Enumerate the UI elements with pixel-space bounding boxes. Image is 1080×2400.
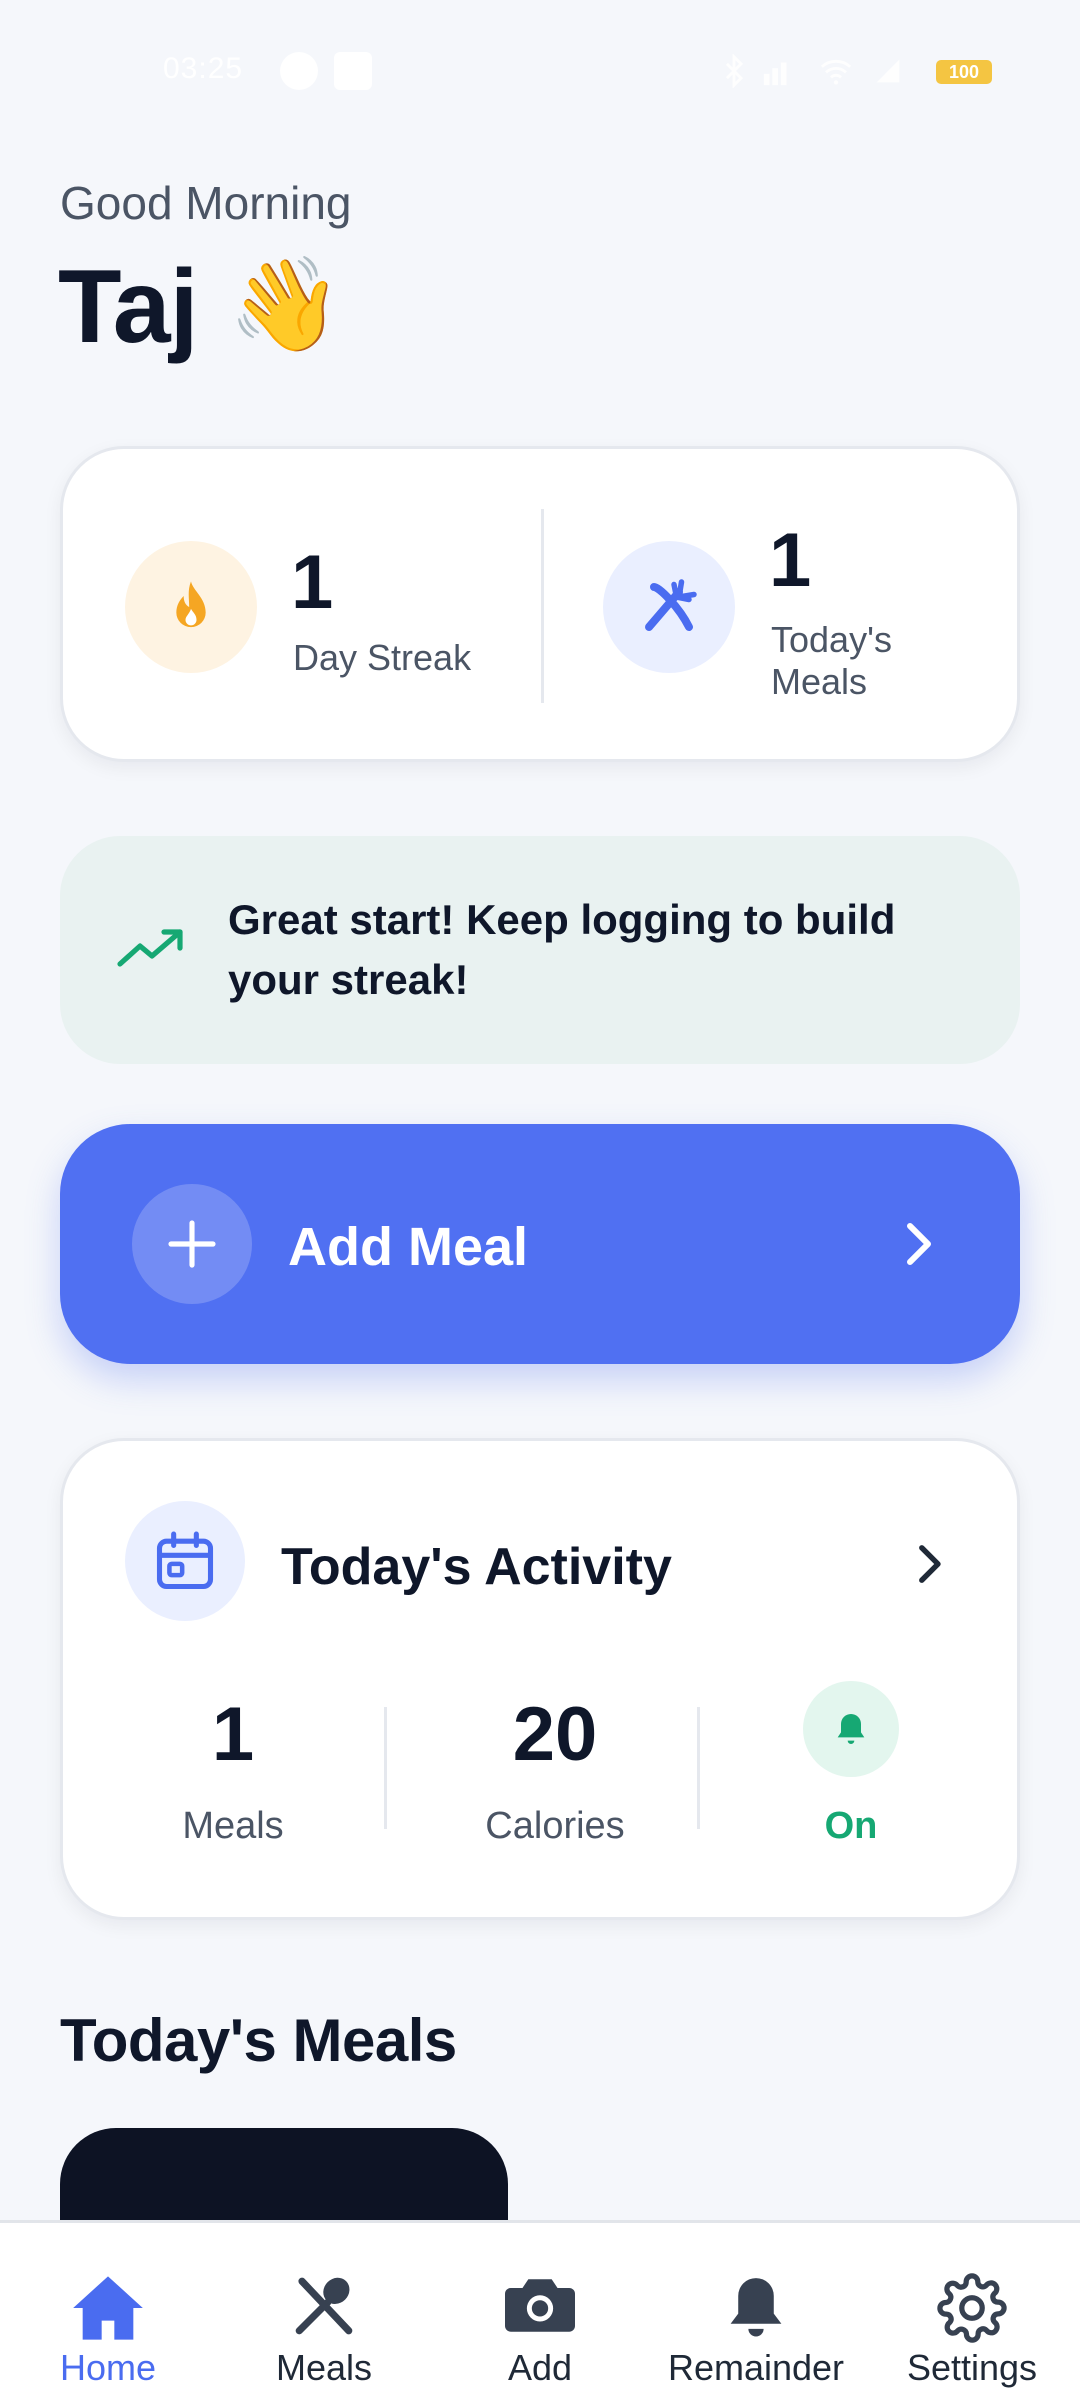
- stats-divider: [541, 509, 544, 703]
- nav-settings[interactable]: Settings: [888, 2223, 1056, 2400]
- reminder-status-icon-circle: [803, 1681, 899, 1777]
- meals-icon-circle: [603, 541, 735, 673]
- nav-add[interactable]: Add: [456, 2223, 624, 2400]
- status-time: 03:25: [163, 52, 244, 85]
- nav-meals-label: Meals: [275, 2347, 373, 2388]
- notification-icon: [280, 52, 318, 90]
- chevron-right-icon: [907, 1223, 931, 1265]
- meals-count-label-line2: Meals: [771, 661, 868, 702]
- home-icon: [73, 2276, 143, 2340]
- flame-icon: [176, 581, 206, 628]
- calendar-icon-circle: [125, 1501, 245, 1621]
- bluetooth-icon: [725, 54, 744, 88]
- nav-add-label: Add: [507, 2347, 573, 2388]
- greeting-text: Good Morning: [60, 177, 352, 229]
- plus-icon: [168, 1220, 216, 1268]
- activity-calories-value: 20: [512, 1692, 598, 1777]
- nav-home-label: Home: [59, 2347, 157, 2388]
- plus-icon-circle: [132, 1184, 252, 1304]
- trending-up-icon: [117, 929, 183, 967]
- todays-activity-card[interactable]: Today's Activity 1 Meals 20 Calories On: [60, 1438, 1020, 1920]
- wifi-icon: [820, 59, 852, 85]
- activity-calories-label: Calories: [485, 1805, 625, 1847]
- data-icon: [876, 59, 900, 83]
- utensils-icon: [295, 2277, 353, 2335]
- gear-icon: [937, 2273, 1007, 2343]
- reminder-status-label: On: [824, 1805, 878, 1847]
- fork-knife-icon: [645, 579, 697, 631]
- add-meal-label: Add Meal: [288, 1217, 529, 1277]
- nav-meals[interactable]: Meals: [240, 2223, 408, 2400]
- todays-meals-heading: Today's Meals: [60, 2007, 457, 2074]
- home-screen: 03:25 100 Good Morning Taj 👋 1 Day Strea…: [0, 0, 1080, 2400]
- status-bar: 03:25 100: [0, 0, 1080, 140]
- chevron-right-icon: [919, 1545, 941, 1583]
- bottom-navigation: Home Meals Add Remainder Settings: [0, 2220, 1080, 2400]
- activity-title: Today's Activity: [281, 1538, 672, 1596]
- activity-divider: [384, 1707, 387, 1829]
- waving-hand-icon: 👋: [228, 254, 343, 356]
- battery-indicator: 100: [936, 60, 992, 84]
- signal-icon: [763, 62, 787, 86]
- activity-meals-label: Meals: [182, 1805, 284, 1847]
- meals-count-label-line1: Today's: [771, 619, 892, 660]
- nav-settings-label: Settings: [906, 2347, 1038, 2388]
- bell-icon: [837, 1714, 865, 1744]
- streak-message-text: Great start! Keep logging to build your …: [228, 896, 896, 1003]
- stats-card: 1 Day Streak 1 Today's Meals: [60, 446, 1020, 762]
- streak-icon-circle: [125, 541, 257, 673]
- activity-divider: [697, 1707, 700, 1829]
- calendar-icon: [156, 1531, 214, 1590]
- camera-icon: [505, 2279, 575, 2332]
- user-name: Taj: [58, 249, 199, 365]
- streak-label: Day Streak: [293, 637, 472, 678]
- streak-value: 1: [291, 540, 334, 625]
- nav-remainder[interactable]: Remainder: [656, 2223, 856, 2400]
- linkedin-icon: [334, 52, 372, 90]
- meals-count-value: 1: [769, 518, 812, 603]
- activity-meals-value: 1: [211, 1692, 255, 1777]
- add-meal-button[interactable]: Add Meal: [60, 1124, 1020, 1364]
- streak-message-banner: Great start! Keep logging to build your …: [60, 836, 1020, 1064]
- nav-remainder-label: Remainder: [667, 2347, 845, 2388]
- nav-home[interactable]: Home: [24, 2223, 192, 2400]
- bell-icon: [730, 2278, 782, 2337]
